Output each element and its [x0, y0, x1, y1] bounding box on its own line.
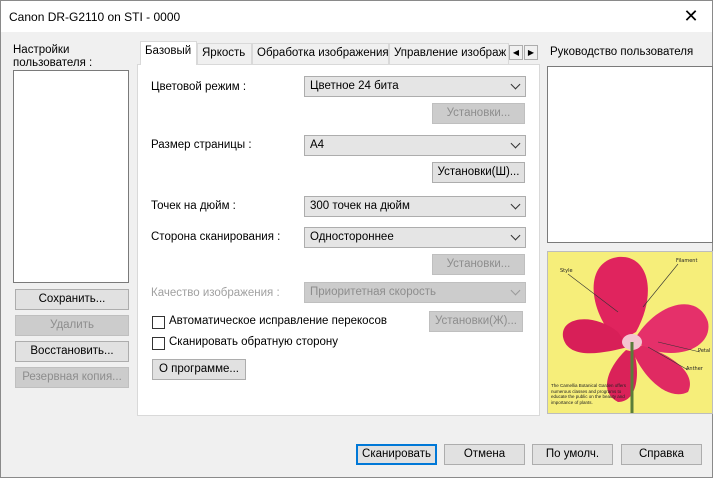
dpi-label: Точек на дюйм : — [151, 200, 236, 212]
help-button[interactable]: Справка — [621, 444, 702, 465]
title-bar: Canon DR-G2110 on STI - 0000 ✕ — [1, 1, 712, 32]
tab-image-processing[interactable]: Обработка изображения — [252, 43, 389, 64]
tab-scroll-right-icon[interactable]: ▶ — [524, 45, 538, 60]
scan-side-settings-button[interactable]: Установки... — [432, 254, 525, 275]
chevron-down-icon — [510, 138, 521, 149]
page-size-value: A4 — [310, 139, 325, 151]
color-mode-label: Цветовой режим : — [151, 81, 247, 93]
page-size-select[interactable]: A4 — [304, 135, 526, 156]
tab-image-control[interactable]: Управление изображ — [389, 43, 509, 64]
backup-button[interactable]: Резервная копия... — [15, 367, 129, 388]
preview-caption: The Camellia Botanical Garden offers num… — [551, 383, 626, 405]
chevron-down-icon — [510, 79, 521, 90]
scan-side-select[interactable]: Одностороннее — [304, 227, 526, 248]
scan-button[interactable]: Сканировать — [356, 444, 437, 465]
preview-label: Anther — [686, 366, 704, 372]
tab-scroll-left-icon[interactable]: ◀ — [509, 45, 523, 60]
scan-back-checkbox[interactable] — [152, 337, 165, 350]
preview-label: Filament — [676, 258, 697, 264]
restore-button[interactable]: Восстановить... — [15, 341, 129, 362]
chevron-down-icon — [510, 230, 521, 241]
image-quality-label: Качество изображения : — [151, 287, 280, 299]
color-mode-select[interactable]: Цветное 24 бита — [304, 76, 526, 97]
window-title: Canon DR-G2110 on STI - 0000 — [9, 10, 181, 24]
deskew-checkbox[interactable] — [152, 316, 165, 329]
scan-back-label[interactable]: Сканировать обратную сторону — [169, 336, 338, 348]
user-manual-panel — [547, 66, 713, 243]
preview-label: Style — [560, 268, 573, 274]
dpi-select[interactable]: 300 точек на дюйм — [304, 196, 526, 217]
page-size-settings-button[interactable]: Установки(Ш)... — [432, 162, 525, 183]
deskew-settings-button[interactable]: Установки(Ж)... — [429, 311, 523, 332]
preview-label: Petal — [698, 348, 710, 354]
user-settings-list[interactable] — [13, 70, 129, 283]
cancel-button[interactable]: Отмена — [444, 444, 525, 465]
color-mode-settings-button[interactable]: Установки... — [432, 103, 525, 124]
user-manual-label: Руководство пользователя — [550, 46, 694, 58]
chevron-down-icon — [510, 199, 521, 210]
scanner-settings-dialog: Canon DR-G2110 on STI - 0000 ✕ Настройки… — [0, 0, 713, 478]
color-mode-value: Цветное 24 бита — [310, 80, 399, 92]
chevron-down-icon — [510, 285, 521, 296]
scan-side-label: Сторона сканирования : — [151, 231, 281, 243]
image-quality-value: Приоритетная скорость — [310, 286, 436, 298]
image-quality-select[interactable]: Приоритетная скорость — [304, 282, 526, 303]
delete-button[interactable]: Удалить — [15, 315, 129, 336]
deskew-label[interactable]: Автоматическое исправление перекосов — [169, 315, 387, 327]
tab-brightness[interactable]: Яркость — [197, 43, 252, 64]
tab-basic[interactable]: Базовый — [140, 41, 197, 65]
about-button[interactable]: О программе... — [152, 359, 246, 380]
scan-side-value: Одностороннее — [310, 231, 394, 243]
dpi-value: 300 точек на дюйм — [310, 200, 410, 212]
defaults-button[interactable]: По умолч. — [532, 444, 613, 465]
user-settings-label: Настройки пользователя : — [13, 44, 93, 69]
save-button[interactable]: Сохранить... — [15, 289, 129, 310]
preview-image: Style Filament Petal Anther The Camellia… — [547, 251, 713, 414]
page-size-label: Размер страницы : — [151, 139, 252, 151]
close-icon[interactable]: ✕ — [676, 4, 706, 28]
